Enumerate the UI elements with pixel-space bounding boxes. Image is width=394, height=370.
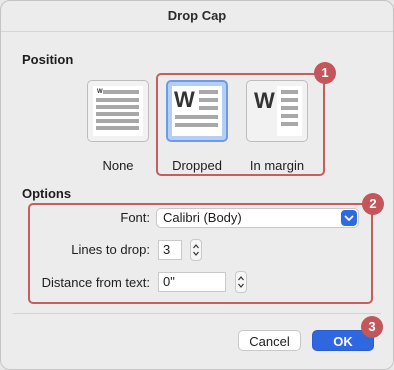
- lines-to-drop-input[interactable]: 3: [158, 240, 182, 260]
- position-none-label: None: [102, 158, 134, 173]
- preview-line: [103, 90, 139, 94]
- preview-line: [96, 126, 139, 130]
- distance-from-text-input[interactable]: 0": [158, 272, 226, 292]
- drop-cap-dialog: Drop Cap Position W None W Dropped W In …: [0, 0, 394, 370]
- font-label: Font:: [120, 210, 150, 225]
- preview-line: [96, 105, 139, 109]
- position-none-option[interactable]: W: [87, 80, 149, 142]
- callout-badge-3: 3: [361, 316, 383, 338]
- button-separator: [13, 313, 381, 314]
- distance-from-text-label: Distance from text:: [41, 275, 150, 290]
- preview-line: [96, 112, 139, 116]
- cancel-button[interactable]: Cancel: [238, 330, 301, 351]
- callout-badge-1: 1: [314, 62, 336, 84]
- preview-line: [96, 98, 139, 102]
- callout-badge-2: 2: [362, 193, 384, 215]
- font-select[interactable]: Calibri (Body): [156, 208, 359, 228]
- none-preview: W: [93, 86, 143, 136]
- font-select-value: Calibri (Body): [163, 210, 242, 225]
- preview-line: [96, 119, 139, 123]
- stepper-arrows-icon: [238, 276, 244, 288]
- lines-to-drop-stepper[interactable]: [190, 239, 202, 261]
- callout-box-1: [156, 73, 325, 176]
- lines-to-drop-label: Lines to drop:: [71, 242, 150, 257]
- stepper-arrows-icon: [193, 244, 199, 256]
- chevron-down-icon[interactable]: [341, 210, 357, 226]
- none-preview-letter: W: [97, 89, 103, 95]
- distance-stepper[interactable]: [235, 271, 247, 293]
- dialog-title: Drop Cap: [1, 1, 393, 32]
- options-section-label: Options: [22, 186, 72, 201]
- position-section-label: Position: [22, 52, 74, 67]
- dialog-body: Position W None W Dropped W In margin 1 …: [1, 32, 393, 369]
